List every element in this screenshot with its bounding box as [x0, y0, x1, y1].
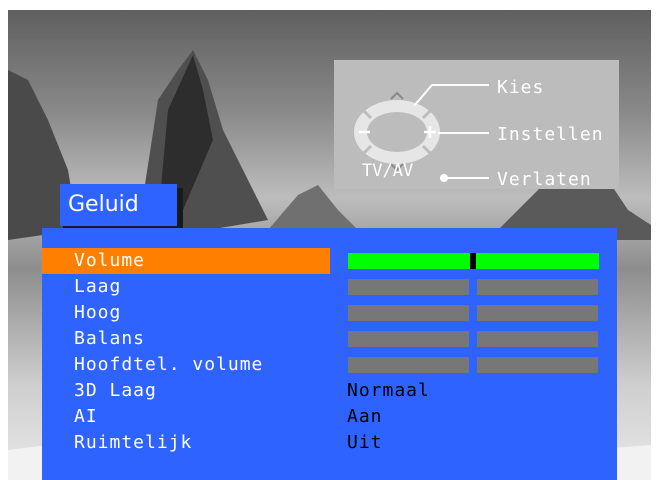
hoog-slider-left[interactable]	[348, 305, 469, 321]
hoog-slider-right[interactable]	[477, 305, 598, 321]
menu-item-laag[interactable]: Laag	[42, 274, 617, 300]
mountain-hill	[268, 185, 358, 230]
menu-item-label: AI	[74, 406, 98, 427]
menu-item-label: 3D Laag	[74, 380, 157, 401]
menu-item-volume[interactable]: Volume	[42, 248, 617, 274]
menu-title-box: Geluid	[60, 184, 183, 232]
menu-item-value: Normaal	[347, 380, 430, 401]
laag-slider-left[interactable]	[348, 279, 469, 295]
slider-marker	[470, 253, 476, 269]
balans-slider-left[interactable]	[348, 331, 469, 347]
remote-help-box: Kies Instellen Verlaten TV/AV	[334, 60, 619, 189]
tv-av-label: TV/AV	[362, 161, 414, 181]
menu-item-label: Hoofdtel. volume	[74, 354, 264, 375]
hoofdtel-slider-right[interactable]	[477, 357, 598, 373]
menu-item-label: Ruimtelijk	[74, 432, 193, 453]
menu-item-label: Volume	[74, 250, 146, 271]
menu-item-value: Uit	[347, 432, 383, 453]
balans-slider-right[interactable]	[477, 331, 598, 347]
menu-item-hoofdtel-volume[interactable]: Hoofdtel. volume	[42, 352, 617, 378]
menu-item-label: Hoog	[74, 302, 122, 323]
laag-slider-right[interactable]	[477, 279, 598, 295]
up-arrow-icon	[390, 91, 404, 100]
verlaten-label: Verlaten	[497, 169, 592, 190]
menu-item-3d-laag[interactable]: 3D Laag Normaal	[42, 378, 617, 404]
menu-item-balans[interactable]: Balans	[42, 326, 617, 352]
menu-title: Geluid	[60, 184, 177, 226]
menu-item-ruimtelijk[interactable]: Ruimtelijk Uit	[42, 430, 617, 456]
menu-item-label: Balans	[74, 328, 146, 349]
menu-item-value: Aan	[347, 406, 383, 427]
kies-label: Kies	[497, 77, 545, 98]
menu-item-label: Laag	[74, 276, 122, 297]
sound-menu-panel: Volume Laag Hoog Balans Hoofdtel. volume…	[42, 228, 617, 480]
menu-item-hoog[interactable]: Hoog	[42, 300, 617, 326]
menu-item-ai[interactable]: AI Aan	[42, 404, 617, 430]
instellen-label: Instellen	[497, 124, 604, 145]
hoofdtel-slider-left[interactable]	[348, 357, 469, 373]
tv-screen: Kies Instellen Verlaten TV/AV Geluid Vol…	[8, 10, 651, 480]
